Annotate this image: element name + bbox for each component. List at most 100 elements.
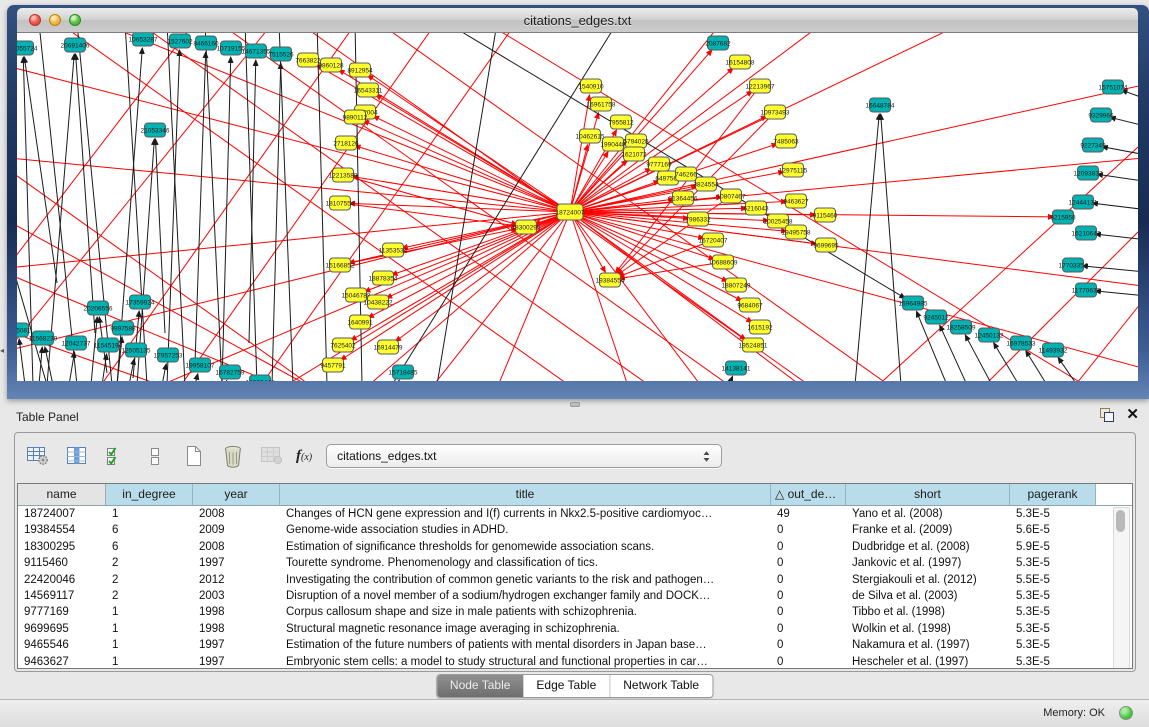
table-cell: 5.5E-5 [1010, 572, 1096, 588]
table-cell: 0 [771, 637, 846, 653]
graph-node-label: 9997588 [110, 325, 136, 332]
table-cell: de Silva et al. (2003) [846, 588, 1010, 604]
graph-node-label: 9699695 [813, 242, 839, 249]
table-cell: 1 [106, 604, 193, 620]
table-row[interactable]: 1938455462009Genome-wide association stu… [18, 522, 1132, 538]
graph-node-label: 19524851 [739, 342, 768, 349]
table-cell: Estimation of the future numbers of pati… [280, 637, 771, 653]
graph-node-label: 10973493 [761, 109, 790, 116]
graph-node-label: 10653287 [129, 36, 158, 43]
graph-node-label: 16978533 [1007, 340, 1036, 347]
table-row[interactable]: 1830029562008Estimation of significance … [18, 539, 1132, 555]
column-header-out_de[interactable]: △ out_de… [771, 484, 846, 505]
table-row[interactable]: 977716911998Corpus callosum shape and si… [18, 604, 1132, 620]
graph-node-label: 7986332 [685, 216, 711, 223]
graph-node-label: 11493932 [1039, 347, 1068, 354]
table-vertical-scrollbar[interactable] [1113, 507, 1130, 669]
table-cell: Jankovic et al. (1997) [846, 555, 1010, 571]
graph-node-label: 10462615 [576, 133, 605, 140]
table-cell: Dudbridge et al. (2008) [846, 539, 1010, 555]
graph-node-label: 18300295 [512, 224, 541, 231]
column-header-short[interactable]: short [846, 484, 1010, 505]
table-row[interactable]: 2242004622012Investigating the contribut… [18, 572, 1132, 588]
table-cell: 5.6E-5 [1010, 522, 1096, 538]
graph-node-label: 16782759 [216, 369, 245, 376]
column-header-in_degree[interactable]: in_degree [106, 484, 193, 505]
graph-node-label: 9777169 [646, 161, 672, 168]
graph-node-label: 12093832 [1074, 170, 1103, 177]
graph-node-label: 6216043 [743, 205, 769, 212]
collapse-panel-arrow-icon[interactable]: ◂ [0, 346, 4, 355]
import-table-button[interactable] [257, 441, 287, 471]
tab-node-table[interactable]: Node Table [437, 675, 524, 697]
nodes-group: 1872400776638229860128891295416543311234… [17, 33, 1128, 381]
table-cell: 2 [106, 588, 193, 604]
table-selector-value: citations_edges.txt [337, 449, 700, 463]
graph-node-label: 1621072 [621, 151, 647, 158]
graph-node-label: 16210643 [1072, 230, 1101, 237]
select-rows-button[interactable] [101, 441, 131, 471]
table-cell: 1 [106, 621, 193, 637]
graph-node-label: 8912954 [347, 67, 373, 74]
table-row[interactable]: 1456911722003Disruption of a novel membe… [18, 588, 1132, 604]
table-cell: 1997 [193, 654, 280, 669]
table-selector-dropdown[interactable]: citations_edges.txt [326, 444, 722, 468]
select-column-button[interactable] [62, 441, 92, 471]
table-settings-button[interactable] [23, 441, 53, 471]
graph-node-label: 7625402 [330, 342, 356, 349]
table-row[interactable]: 946362711997Embryonic stem cells: a mode… [18, 654, 1132, 669]
graph-node-label: 3824554 [693, 181, 719, 188]
graph-node-label: 20206556 [84, 305, 113, 312]
float-window-icon[interactable] [1100, 408, 1114, 422]
table-cell: 2009 [193, 522, 280, 538]
network-canvas[interactable]: 1872400776638229860128891295416543311234… [17, 33, 1138, 381]
graph-node-label: 16720407 [699, 237, 728, 244]
graph-node-label: 7663822 [295, 57, 321, 64]
table-cell: Yano et al. (2008) [846, 506, 1010, 522]
graph-node-label: 16914479 [374, 344, 403, 351]
tab-network-table[interactable]: Network Table [609, 675, 712, 697]
graph-node-label: 20691406 [61, 42, 90, 49]
scrollbar-thumb[interactable] [1116, 510, 1125, 532]
graph-node-label: 7515526 [268, 51, 294, 58]
graph-node-label: 5794028 [623, 138, 649, 145]
table-row[interactable]: 969969511998Structural magnetic resonanc… [18, 621, 1132, 637]
deselect-rows-button[interactable] [140, 441, 170, 471]
table-cell: 1 [106, 506, 193, 522]
table-cell: Estimation of significance thresholds fo… [280, 539, 771, 555]
table-cell: 0 [771, 654, 846, 669]
table-toolbar: f(x) citations_edges.txt [23, 438, 722, 474]
tab-edge-table[interactable]: Edge Table [523, 675, 609, 697]
column-header-year[interactable]: year [193, 484, 280, 505]
minimize-window-button[interactable] [49, 14, 61, 26]
graph-node-label: 16964985 [899, 300, 928, 307]
graph-node-label: 12213589 [329, 172, 358, 179]
graph-node-label: 11770632 [1072, 287, 1101, 294]
close-window-button[interactable] [29, 14, 41, 26]
table-cell: Genome-wide association studies in ADHD. [280, 522, 771, 538]
table-cell: 5.3E-5 [1010, 621, 1096, 637]
table-cell: Hescheler et al. (1997) [846, 654, 1010, 669]
close-icon[interactable]: ✕ [1126, 408, 1139, 422]
graph-node-label: 15166852 [326, 262, 355, 269]
status-bar: Memory: OK [0, 699, 1149, 727]
table-cell: Changes of HCN gene expression and I(f) … [280, 506, 771, 522]
table-cell: 1998 [193, 621, 280, 637]
column-header-pagerank[interactable]: pagerank [1010, 484, 1096, 505]
delete-table-button[interactable] [218, 441, 248, 471]
column-header-title[interactable]: title [280, 484, 771, 505]
graph-node-label: 17703354 [1059, 262, 1088, 269]
function-builder-button[interactable]: f(x) [296, 448, 312, 465]
table-row[interactable]: 1872400712008Changes of HCN gene express… [18, 506, 1132, 522]
table-row[interactable]: 946554611997Estimation of the future num… [18, 637, 1132, 653]
table-header-row: namein_degreeyeartitle△ out_de…shortpage… [18, 484, 1132, 506]
graph-node-label: 18807249 [722, 282, 751, 289]
zoom-window-button[interactable] [69, 14, 81, 26]
window-titlebar[interactable]: citations_edges.txt [17, 8, 1138, 33]
new-table-button[interactable] [179, 441, 209, 471]
table-row[interactable]: 911546021997Tourette syndrome. Phenomeno… [18, 555, 1132, 571]
column-header-name[interactable]: name [18, 484, 106, 505]
table-cell: 1997 [193, 637, 280, 653]
table-cell: 2 [106, 572, 193, 588]
memory-indicator-icon[interactable] [1119, 706, 1133, 720]
